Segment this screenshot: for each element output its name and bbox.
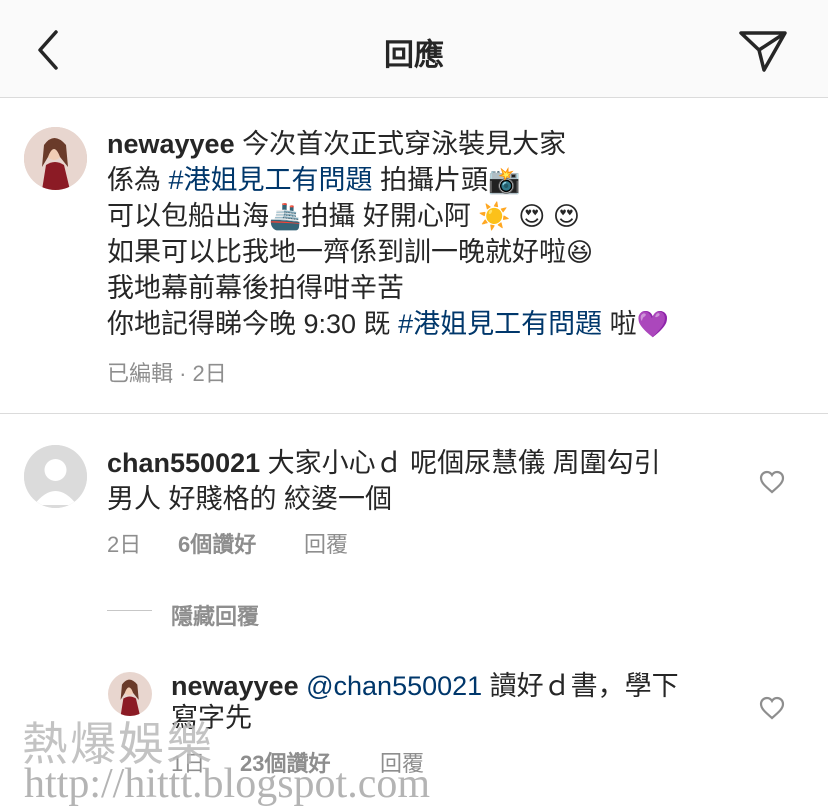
caption-text: 如果可以比我地一齊係到訓一晚就好啦	[107, 237, 566, 267]
comment-line-2: 男人 好賤格的 絞婆一個	[107, 481, 392, 517]
divider	[0, 413, 828, 414]
reply-button[interactable]: 回覆	[304, 527, 348, 559]
avatar-image	[24, 127, 87, 190]
ship-emoji: 🚢	[269, 201, 302, 231]
hashtag-link[interactable]: #港姐見工有問題	[398, 309, 602, 339]
caption-line-4: 如果可以比我地一齊係到訓一晚就好啦😆	[107, 234, 593, 270]
hide-replies-line	[107, 610, 152, 611]
hashtag-link[interactable]: #港姐見工有問題	[169, 165, 373, 195]
mention-link[interactable]: @chan550021	[306, 671, 482, 701]
heart-icon	[759, 470, 785, 494]
comment-text: 男人 好賤格的 絞婆一個	[107, 484, 393, 514]
reply-line-1: newayyee @chan550021 讀好ｄ書，學下	[171, 668, 679, 704]
laughing-emoji: 😆	[566, 237, 594, 267]
caption-text: 拍攝片頭	[372, 165, 489, 195]
like-button[interactable]	[759, 470, 785, 494]
comment-time: 2日	[107, 532, 142, 557]
top-bar: 回應	[0, 0, 828, 98]
avatar[interactable]	[24, 127, 87, 190]
hide-replies-button[interactable]: 隱藏回覆	[171, 599, 259, 631]
caption-text: 係為	[107, 165, 169, 195]
camera-emoji: 📸	[488, 165, 521, 195]
share-button[interactable]	[738, 28, 788, 74]
caption-line-6: 你地記得睇今晚 9:30 既 #港姐見工有問題 啦💜	[107, 306, 669, 342]
caption-text: 可以包船出海	[107, 201, 269, 231]
sun-emoji: ☀️	[478, 201, 511, 231]
like-button[interactable]	[759, 696, 785, 720]
caption-text: 拍攝 好開心阿	[301, 201, 479, 231]
comment-text: 大家小心ｄ 呢個尿慧儀 周圍勾引	[260, 448, 661, 478]
comment-username[interactable]: chan550021	[107, 448, 260, 478]
caption-line-2: 係為 #港姐見工有問題 拍攝片頭📸	[107, 162, 520, 198]
default-avatar-icon	[24, 445, 87, 508]
paper-plane-icon	[739, 31, 787, 72]
caption-line-3: 可以包船出海🚢拍攝 好開心阿 ☀️ 😍 😍	[107, 198, 580, 234]
reply-username[interactable]: newayyee	[171, 671, 299, 701]
caption-text: 今次首次正式穿泳裝見大家	[242, 129, 567, 159]
caption-text: 你地記得睇今晚 9:30 既	[107, 309, 399, 339]
purple-heart-emoji: 💜	[636, 309, 669, 339]
page-title: 回應	[384, 39, 444, 72]
caption-text: 啦	[602, 309, 637, 339]
watermark-url: http://hittt.blogspot.com	[24, 761, 431, 807]
heart-eyes-emoji: 😍	[552, 201, 581, 231]
comment-line-1: chan550021 大家小心ｄ 呢個尿慧儀 周圍勾引	[107, 445, 661, 481]
caption-meta: 已編輯 · 2日	[107, 361, 227, 386]
caption-line-5: 我地幕前幕後拍得咁辛苦	[107, 270, 404, 306]
caption-line-1: newayyee 今次首次正式穿泳裝見大家	[107, 126, 566, 162]
likes-count[interactable]: 6個讚好	[178, 527, 256, 559]
caption-text: 我地幕前幕後拍得咁辛苦	[107, 273, 404, 303]
heart-icon	[759, 696, 785, 720]
reply-text: 讀好ｄ書，學下	[482, 671, 679, 701]
caption-username[interactable]: newayyee	[107, 129, 235, 159]
heart-eyes-emoji: 😍	[518, 201, 546, 231]
avatar[interactable]	[24, 445, 87, 508]
